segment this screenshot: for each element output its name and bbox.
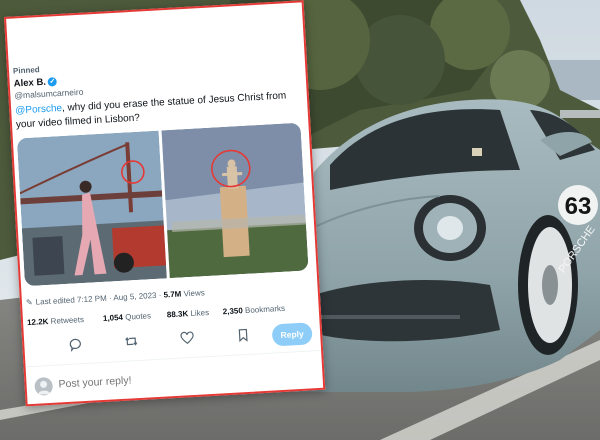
retweets-label: Retweets [50, 315, 85, 326]
pinned-label: Pinned [12, 65, 40, 76]
quotes-label: Quotes [124, 311, 152, 322]
avatar[interactable] [34, 376, 54, 396]
pencil-icon: ✎ [25, 297, 33, 308]
retweets-count: 12.2K [26, 317, 49, 328]
media-image-right[interactable] [161, 122, 309, 279]
tweet-meta: ✎ Last edited 7:12 PM · Aug 5, 2023 · 5.7… [26, 288, 205, 307]
likes-count: 88.3K [166, 309, 189, 320]
quotes-count: 1,054 [102, 312, 124, 323]
bookmarks-count: 2,350 [222, 306, 244, 317]
views-label: Views [183, 288, 205, 299]
like-icon[interactable] [180, 331, 197, 348]
retweets-stat[interactable]: 12.2K Retweets [27, 315, 84, 327]
comment-icon[interactable] [68, 337, 85, 354]
bookmarks-label: Bookmarks [244, 303, 286, 315]
tweet-screenshot-card: Pinned Alex B. ✓ @malsumcarneiro @Porsche… [4, 0, 326, 407]
car-number: 63 [565, 193, 592, 220]
bookmarks-stat[interactable]: 2,350 Bookmarks [223, 304, 286, 316]
retweet-icon[interactable] [124, 334, 141, 351]
reply-button[interactable]: Reply [271, 322, 313, 347]
bookmark-icon[interactable] [236, 328, 253, 345]
likes-label: Likes [190, 308, 210, 319]
edited-timestamp[interactable]: Last edited 7:12 PM · Aug 5, 2023 · [35, 291, 161, 307]
verified-badge-icon: ✓ [47, 77, 58, 87]
media-image-left[interactable] [16, 130, 167, 287]
likes-stat[interactable]: 88.3K Likes [167, 308, 210, 319]
author-name[interactable]: Alex B. [13, 77, 46, 90]
quotes-stat[interactable]: 1,054 Quotes [103, 311, 151, 323]
views-count: 5.7M [163, 289, 182, 300]
tweet-media[interactable] [16, 122, 309, 287]
reply-compose-input[interactable] [58, 367, 259, 391]
mention-link[interactable]: @Porsche [15, 103, 62, 117]
